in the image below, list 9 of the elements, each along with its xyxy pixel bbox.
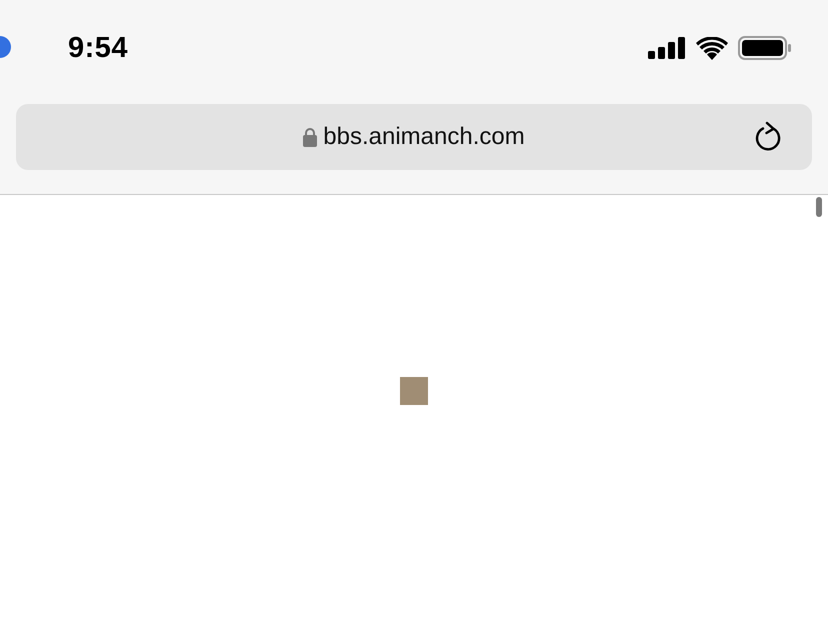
lock-icon [303, 127, 318, 147]
loading-square [400, 377, 428, 405]
wifi-icon [696, 36, 728, 60]
url-text: bbs.animanch.com [323, 123, 525, 151]
address-bar[interactable]: bbs.animanch.com [16, 104, 812, 170]
signal-icon [648, 37, 686, 59]
battery-icon [738, 36, 792, 60]
status-time: 9:54 [68, 32, 128, 64]
scroll-indicator [816, 197, 822, 217]
